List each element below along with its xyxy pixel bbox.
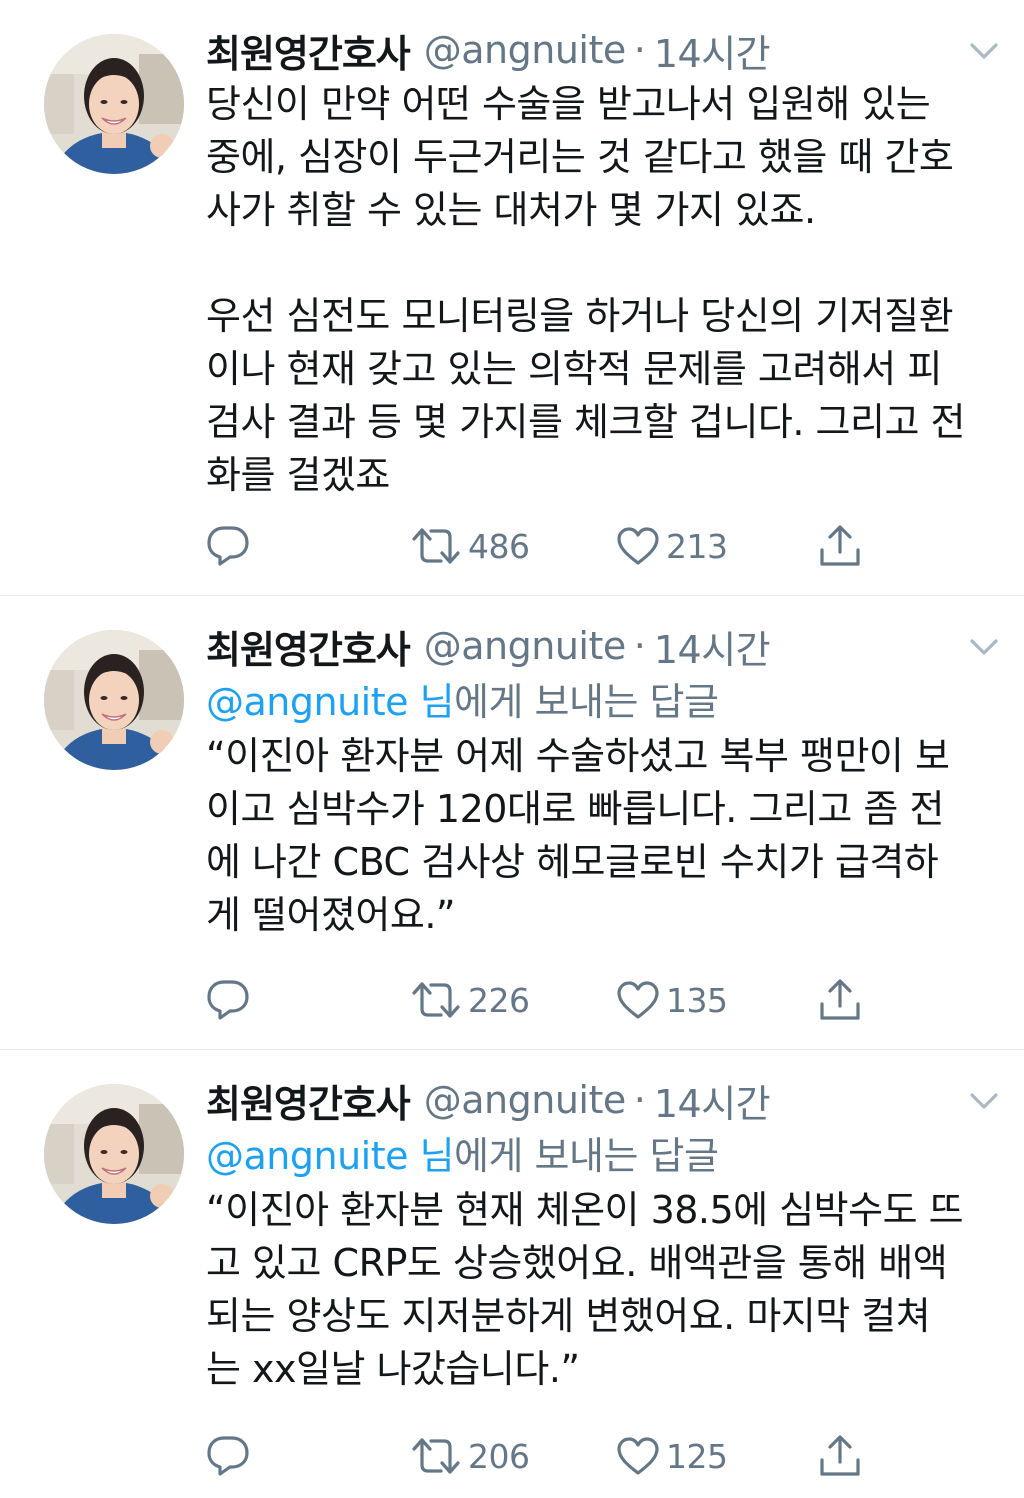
tweet-content: 최원영간호사 @angnuite · 14시간 @angnuite 님에게 보내… [206, 1072, 996, 1396]
tweet-text: 당신이 만약 어떤 수술을 받고나서 입원해 있는 중에, 심장이 두근거리는 … [206, 78, 996, 502]
timeline: 최원영간호사 @angnuite · 14시간 당신이 만약 어떤 수술을 받고… [0, 0, 1024, 1498]
retweet-button[interactable]: 206 [410, 1430, 530, 1482]
share-upload-icon [818, 524, 862, 568]
reply-to-label: 에게 보내는 답글 [454, 680, 719, 724]
display-name[interactable]: 최원영간호사 [206, 1073, 411, 1128]
tweet-text-line: 고 있고 CRP도 상승했어요. 배액관을 통해 배액 [206, 1241, 948, 1285]
tweet-header: 최원영간호사 @angnuite · 14시간 [206, 22, 996, 78]
avatar[interactable] [44, 630, 184, 770]
retweet-count: 226 [468, 980, 530, 1020]
share-button[interactable] [818, 520, 862, 572]
tweet-text-line: 이나 현재 갖고 있는 의학적 문제를 고려해서 피 [206, 347, 942, 391]
tweet-actions: 206 125 [206, 1430, 886, 1482]
share-upload-icon [818, 1434, 862, 1478]
reply-to-label: 에게 보내는 답글 [454, 1134, 719, 1178]
speech-bubble-icon [206, 978, 250, 1022]
tweet-header: 최원영간호사 @angnuite · 14시간 [206, 618, 996, 674]
timestamp[interactable]: 14시간 [654, 619, 771, 674]
retweet-count: 206 [468, 1436, 530, 1476]
retweet-arrows-icon [410, 978, 462, 1022]
tweet-text-line: 에 나간 CBC 검사상 헤모글로빈 수치가 급격하 [206, 840, 939, 884]
replying-to: @angnuite 님에게 보내는 답글 [206, 1128, 996, 1184]
share-upload-icon [818, 978, 862, 1022]
tweet-text-line: 되는 양상도 지저분하게 변했어요. 마지막 컬쳐 [206, 1294, 931, 1338]
heart-icon [616, 526, 660, 566]
like-button[interactable]: 135 [616, 974, 728, 1026]
heart-icon [616, 1436, 660, 1476]
like-count: 135 [666, 980, 728, 1020]
tweet-text: “이진아 환자분 현재 체온이 38.5에 심박수도 뜨 고 있고 CRP도 상… [206, 1184, 996, 1396]
timestamp[interactable]: 14시간 [654, 23, 771, 78]
chevron-down-icon[interactable] [964, 1084, 1004, 1118]
separator-dot: · [633, 624, 646, 668]
tweet-content: 최원영간호사 @angnuite · 14시간 @angnuite 님에게 보내… [206, 618, 996, 942]
retweet-count: 486 [468, 526, 530, 566]
speech-bubble-icon [206, 524, 250, 568]
tweet-header: 최원영간호사 @angnuite · 14시간 [206, 1072, 996, 1128]
tweet-text-line: 게 떨어졌어요.” [206, 893, 456, 937]
retweet-button[interactable]: 226 [410, 974, 530, 1026]
tweet[interactable]: 최원영간호사 @angnuite · 14시간 @angnuite 님에게 보내… [0, 596, 1024, 1050]
tweet-text-line: 이고 심박수가 120대로 빠릅니다. 그리고 좀 전 [206, 787, 944, 831]
tweet[interactable]: 최원영간호사 @angnuite · 14시간 당신이 만약 어떤 수술을 받고… [0, 0, 1024, 596]
tweet-actions: 486 213 [206, 520, 886, 572]
like-button[interactable]: 213 [616, 520, 728, 572]
share-button[interactable] [818, 1430, 862, 1482]
tweet-content: 최원영간호사 @angnuite · 14시간 당신이 만약 어떤 수술을 받고… [206, 22, 996, 502]
tweet-text-line: 우선 심전도 모니터링을 하거나 당신의 기저질환 [206, 294, 954, 338]
user-handle[interactable]: @angnuite [424, 28, 627, 72]
reply-button[interactable] [206, 974, 250, 1026]
like-count: 125 [666, 1436, 728, 1476]
chevron-down-icon[interactable] [964, 630, 1004, 664]
tweet-text: “이진아 환자분 어제 수술하셨고 복부 팽만이 보 이고 심박수가 120대로… [206, 730, 996, 942]
reply-mention-link[interactable]: @angnuite 님 [206, 1134, 455, 1178]
tweet-text-line: 는 xx일날 나갔습니다.” [206, 1347, 580, 1391]
tweet-text-line: 중에, 심장이 두근거리는 것 같다고 했을 때 간호 [206, 135, 954, 179]
retweet-arrows-icon [410, 1434, 462, 1478]
speech-bubble-icon [206, 1434, 250, 1478]
reply-button[interactable] [206, 520, 250, 572]
avatar[interactable] [44, 1084, 184, 1224]
display-name[interactable]: 최원영간호사 [206, 619, 411, 674]
reply-mention-link[interactable]: @angnuite 님 [206, 680, 455, 724]
tweet-text-line: 검사 결과 등 몇 가지를 체크할 겁니다. 그리고 전 [206, 400, 965, 444]
tweet-text-line: “이진아 환자분 현재 체온이 38.5에 심박수도 뜨 [206, 1188, 964, 1232]
retweet-arrows-icon [410, 524, 462, 568]
separator-dot: · [633, 28, 646, 72]
timestamp[interactable]: 14시간 [654, 1073, 771, 1128]
reply-button[interactable] [206, 1430, 250, 1482]
user-handle[interactable]: @angnuite [424, 1078, 627, 1122]
separator-dot: · [633, 1078, 646, 1122]
heart-icon [616, 980, 660, 1020]
tweet-text-line: 사가 취할 수 있는 대처가 몇 가지 있죠. [206, 188, 816, 232]
tweet-text-line: 화를 걸겠죠 [206, 453, 390, 497]
tweet[interactable]: 최원영간호사 @angnuite · 14시간 @angnuite 님에게 보내… [0, 1050, 1024, 1498]
avatar[interactable] [44, 34, 184, 174]
tweet-text-line: 당신이 만약 어떤 수술을 받고나서 입원해 있는 [206, 82, 931, 126]
chevron-down-icon[interactable] [964, 34, 1004, 68]
display-name[interactable]: 최원영간호사 [206, 23, 411, 78]
user-handle[interactable]: @angnuite [424, 624, 627, 668]
tweet-text-line: “이진아 환자분 어제 수술하셨고 복부 팽만이 보 [206, 734, 950, 778]
replying-to: @angnuite 님에게 보내는 답글 [206, 674, 996, 730]
tweet-actions: 226 135 [206, 974, 886, 1026]
retweet-button[interactable]: 486 [410, 520, 530, 572]
like-button[interactable]: 125 [616, 1430, 728, 1482]
share-button[interactable] [818, 974, 862, 1026]
like-count: 213 [666, 526, 728, 566]
